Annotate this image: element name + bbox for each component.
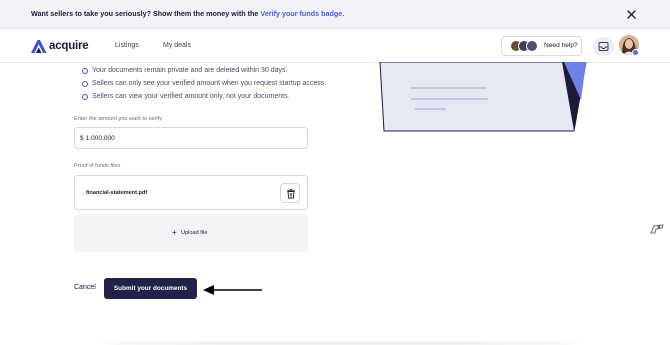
nav-link-listings[interactable]: Listings <box>115 42 139 49</box>
uploaded-file-card: financial-statement.pdf <box>74 175 308 210</box>
avatar <box>526 40 538 52</box>
support-avatars <box>510 40 538 52</box>
bullet-icon <box>82 94 88 100</box>
amount-label: Enter the amount you want to verify <box>74 116 162 122</box>
brand-logo[interactable]: acquire <box>31 39 89 53</box>
verify-funds-link[interactable]: Verify your funds badge. <box>260 9 344 18</box>
info-bullet-privacy: Your documents remain private and are de… <box>92 67 288 74</box>
banner-text: Want sellers to take you seriously? Show… <box>31 9 261 18</box>
amount-input[interactable] <box>74 127 308 149</box>
document-illustration <box>379 62 587 132</box>
info-bullet-visibility: Sellers can view your verified amount on… <box>92 93 290 100</box>
upload-file-dropzone[interactable]: + Upload file <box>74 214 308 252</box>
upload-file-label: Upload file <box>181 230 208 236</box>
banner-message: Want sellers to take you seriously? Show… <box>31 9 344 18</box>
cancel-button[interactable]: Cancel <box>74 284 96 291</box>
top-navigation: acquire Listings My deals Need help? <box>0 29 670 63</box>
nav-link-my-deals[interactable]: My deals <box>163 42 191 49</box>
acquire-logo-icon <box>31 39 47 53</box>
submit-documents-button[interactable]: Submit your documents <box>104 278 197 299</box>
status-badge <box>632 49 639 56</box>
info-bullet-access: Sellers can only see your verified amoun… <box>92 80 327 87</box>
announcement-banner: Want sellers to take you seriously? Show… <box>0 0 670 29</box>
file-name: financial-statement.pdf <box>86 190 148 196</box>
bullet-icon <box>82 81 88 87</box>
close-icon[interactable] <box>625 8 638 21</box>
inbox-button[interactable] <box>593 37 614 56</box>
trash-icon <box>287 189 295 199</box>
delete-file-button[interactable] <box>280 183 300 203</box>
need-help-label: Need help? <box>544 42 578 49</box>
need-help-button[interactable]: Need help? <box>501 36 582 56</box>
plus-icon: + <box>172 228 177 237</box>
bullet-icon <box>82 68 88 74</box>
inbox-icon <box>598 42 609 51</box>
feedback-icon[interactable] <box>650 223 664 235</box>
brand-name: acquire <box>49 40 89 52</box>
arrow-left-icon <box>203 285 262 295</box>
proof-of-funds-label: Proof of funds files <box>74 163 121 169</box>
